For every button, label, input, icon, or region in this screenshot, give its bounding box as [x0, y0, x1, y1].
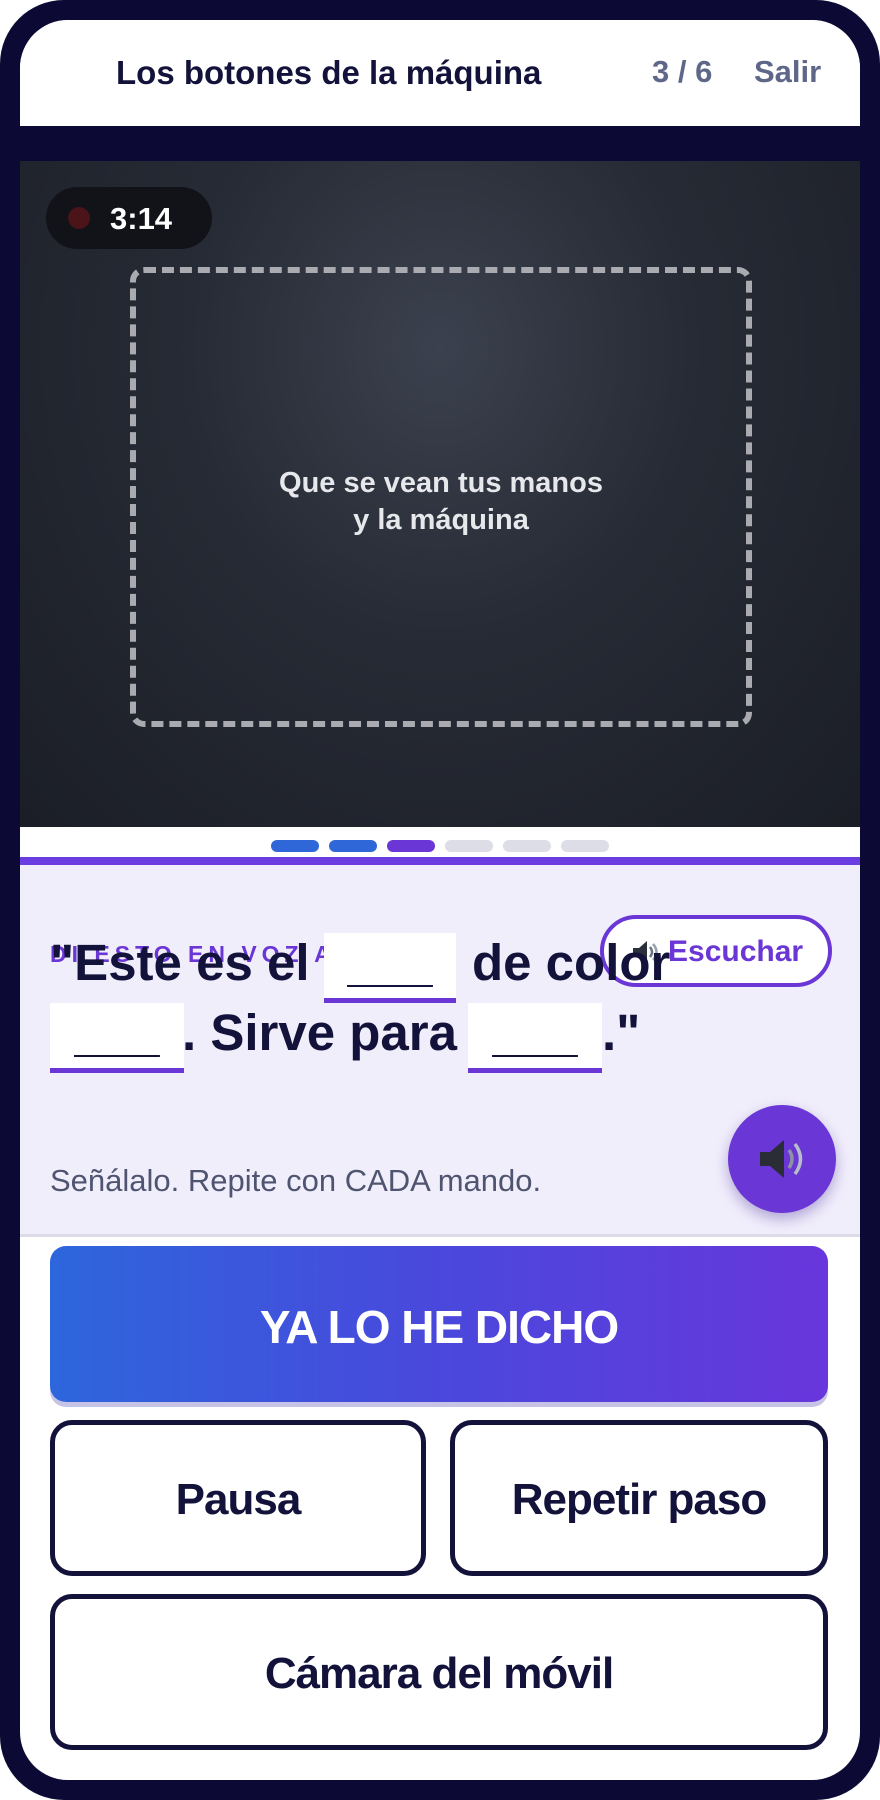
done-speaking-label: YA LO HE DICHO — [259, 1301, 619, 1353]
progress-segment — [329, 840, 377, 852]
header-divider — [20, 126, 860, 161]
camera-preview: 3:14 Que se vean tus manos y la máquina — [20, 161, 860, 827]
step-counter: 3 / 6 — [652, 54, 713, 89]
sentence-text: . Sirve para — [182, 1004, 457, 1061]
phone-frame: Los botones de la máquina 3 / 6 Salir 3:… — [0, 0, 880, 1800]
pause-button[interactable]: Pausa — [50, 1420, 426, 1576]
phone-camera-label: Cámara del móvil — [264, 1649, 614, 1698]
step-progress-indicator — [20, 840, 860, 852]
sentence-blank-2[interactable]: ___ — [50, 1003, 184, 1073]
exit-button[interactable]: Salir — [754, 54, 821, 90]
progress-segment — [503, 840, 551, 852]
framing-guide: Que se vean tus manos y la máquina — [130, 267, 752, 727]
app-screen: Los botones de la máquina 3 / 6 Salir 3:… — [20, 20, 860, 1780]
listen-label: Escuchar — [668, 935, 804, 968]
sentence-blank-1[interactable]: ___ — [324, 933, 456, 1003]
framing-hint-line-1: Que se vean tus manos — [279, 467, 603, 499]
speech-prompt-panel: DI ESTO EN VOZ ALTA Escuchar "Este es el… — [20, 865, 860, 1237]
progress-segment — [445, 840, 493, 852]
framing-hint-line-2: y la máquina — [353, 504, 529, 536]
lesson-title: Los botones de la máquina — [116, 54, 542, 91]
phone-camera-button[interactable]: Cámara del móvil — [50, 1594, 828, 1750]
sentence-text: "Este es el — [50, 934, 310, 991]
panel-accent-line — [20, 857, 860, 865]
framing-hint: Que se vean tus manos y la máquina — [136, 465, 746, 539]
done-speaking-button[interactable]: YA LO HE DICHO — [50, 1246, 828, 1402]
repeat-step-label: Repetir paso — [511, 1475, 768, 1524]
top-bar: Los botones de la máquina 3 / 6 Salir — [20, 20, 860, 126]
recording-dot-icon — [68, 207, 90, 229]
progress-segment — [561, 840, 609, 852]
speaker-icon — [760, 1140, 803, 1178]
recording-timer: 3:14 — [46, 187, 212, 249]
repeat-step-button[interactable]: Repetir paso — [450, 1420, 828, 1576]
instruction-hint: Señálalo. Repite con CADA mando. — [50, 1163, 542, 1198]
pause-label: Pausa — [175, 1475, 302, 1524]
recording-time: 3:14 — [110, 201, 173, 236]
play-audio-button[interactable] — [728, 1105, 836, 1213]
progress-segment — [271, 840, 319, 852]
sentence-text: de color — [472, 934, 671, 991]
sentence-text: ." — [602, 1004, 641, 1061]
progress-segment — [387, 840, 435, 852]
sentence-blank-3[interactable]: ___ — [468, 1003, 602, 1073]
